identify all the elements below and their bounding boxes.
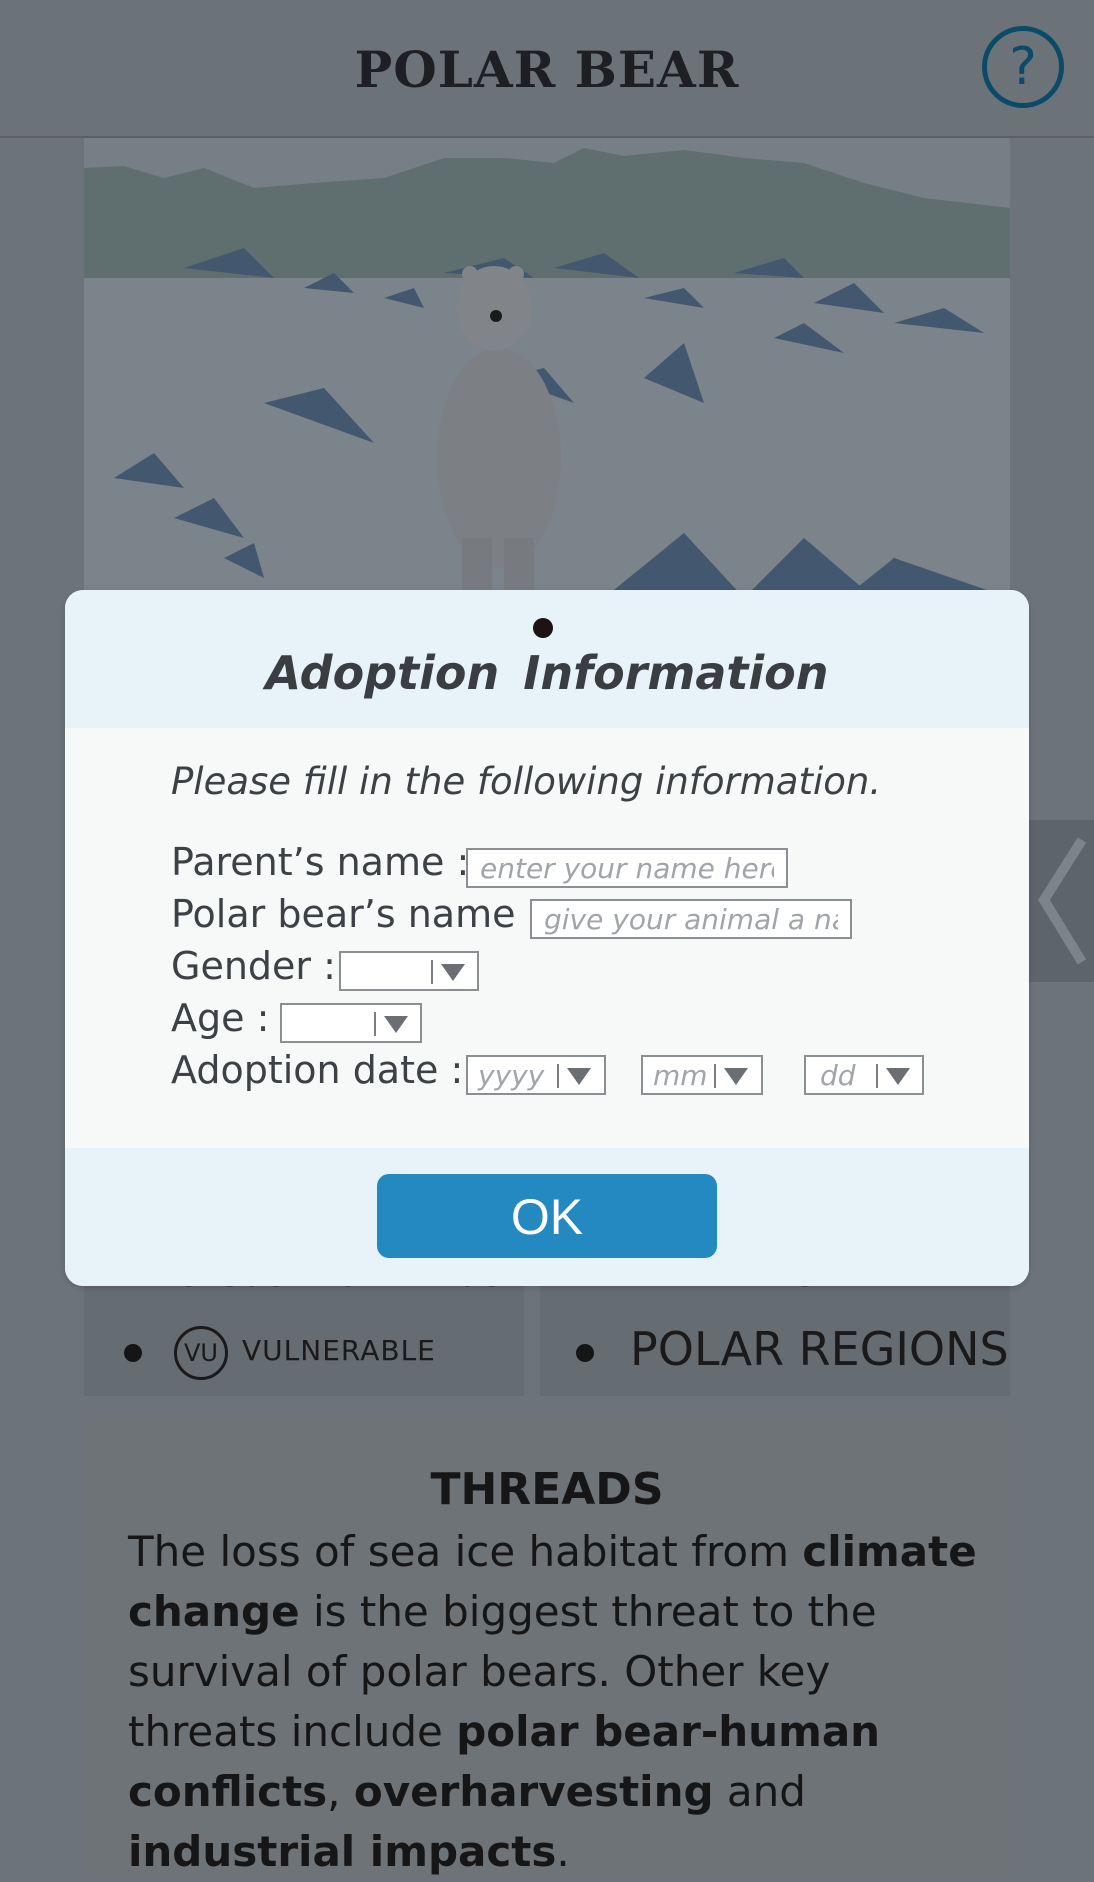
threats-text-part: The loss of sea ice habitat from: [128, 1527, 803, 1576]
help-icon[interactable]: ?: [982, 26, 1064, 108]
adoption-year-select[interactable]: yyyy: [466, 1055, 606, 1095]
page-title: POLAR BEAR: [354, 40, 740, 99]
bullet-icon: [124, 1344, 142, 1362]
dropdown-arrow-icon: [567, 1068, 591, 1085]
dropdown-arrow-icon: [724, 1068, 748, 1085]
polar-bear-image: [84, 138, 1010, 598]
bear-name-input[interactable]: [530, 899, 852, 939]
dropdown-arrow-icon: [441, 964, 465, 981]
year-placeholder: yyyy: [478, 1059, 545, 1092]
age-select[interactable]: [280, 1003, 422, 1043]
status-label: VULNERABLE: [242, 1334, 436, 1367]
dropdown-arrow-icon: [384, 1016, 408, 1033]
bear-name-label: Polar bear’s name :: [171, 892, 541, 936]
gender-label: Gender :: [171, 944, 336, 988]
region-cell: ARTIC POLAR REGIONS: [540, 1250, 1010, 1396]
select-divider: [374, 1012, 376, 1036]
month-placeholder: mm: [653, 1059, 708, 1092]
info-row: Ursus maritimus VU VULNERABLE ARTIC POLA…: [84, 1250, 1010, 1396]
dropdown-arrow-icon: [886, 1068, 910, 1085]
threats-title: THREADS: [430, 1464, 664, 1515]
adoption-day-select[interactable]: dd: [804, 1055, 924, 1095]
vulnerable-status-icon: VU: [174, 1326, 228, 1380]
threats-section: THREADS The loss of sea ice habitat from…: [84, 1420, 1010, 1876]
ok-button[interactable]: OK: [377, 1174, 717, 1258]
select-divider: [876, 1064, 878, 1088]
status-cell: Ursus maritimus VU VULNERABLE: [84, 1250, 524, 1396]
instructions-text: Please fill in the following information…: [171, 760, 882, 803]
day-placeholder: dd: [820, 1059, 856, 1092]
age-label: Age :: [171, 996, 270, 1040]
chevron-left-icon: [1038, 837, 1087, 965]
threats-text-bold: overharvesting: [353, 1767, 714, 1816]
bullet-icon: [576, 1344, 594, 1362]
modal-header: Adoption Information: [65, 590, 1029, 728]
select-divider: [714, 1064, 716, 1088]
carousel-prev-tab[interactable]: [1024, 820, 1094, 982]
gender-select[interactable]: [339, 951, 479, 991]
app-header: POLAR BEAR ?: [0, 0, 1094, 138]
adoption-month-select[interactable]: mm: [641, 1055, 763, 1095]
threats-text-bold: industrial impacts: [128, 1827, 557, 1876]
threats-text-part: and: [713, 1767, 806, 1816]
parent-name-label: Parent’s name :: [171, 840, 470, 884]
modal-body: Please fill in the following information…: [65, 728, 1029, 1148]
threats-text: The loss of sea ice habitat from climate…: [128, 1522, 988, 1882]
threats-text-part: ,: [327, 1767, 354, 1816]
adoption-modal: Adoption Information Please fill in the …: [65, 590, 1029, 1286]
modal-footer: OK: [65, 1148, 1029, 1286]
threats-text-part: .: [556, 1827, 570, 1876]
parent-name-input[interactable]: [466, 848, 788, 888]
arctic-scene-illustration: [84, 138, 1010, 598]
modal-title: Adoption Information: [265, 646, 829, 700]
adoption-date-label: Adoption date :: [171, 1048, 464, 1092]
region-label: POLAR REGIONS: [630, 1322, 1009, 1376]
select-divider: [431, 960, 433, 984]
select-divider: [557, 1064, 559, 1088]
dot-icon: [533, 618, 553, 638]
